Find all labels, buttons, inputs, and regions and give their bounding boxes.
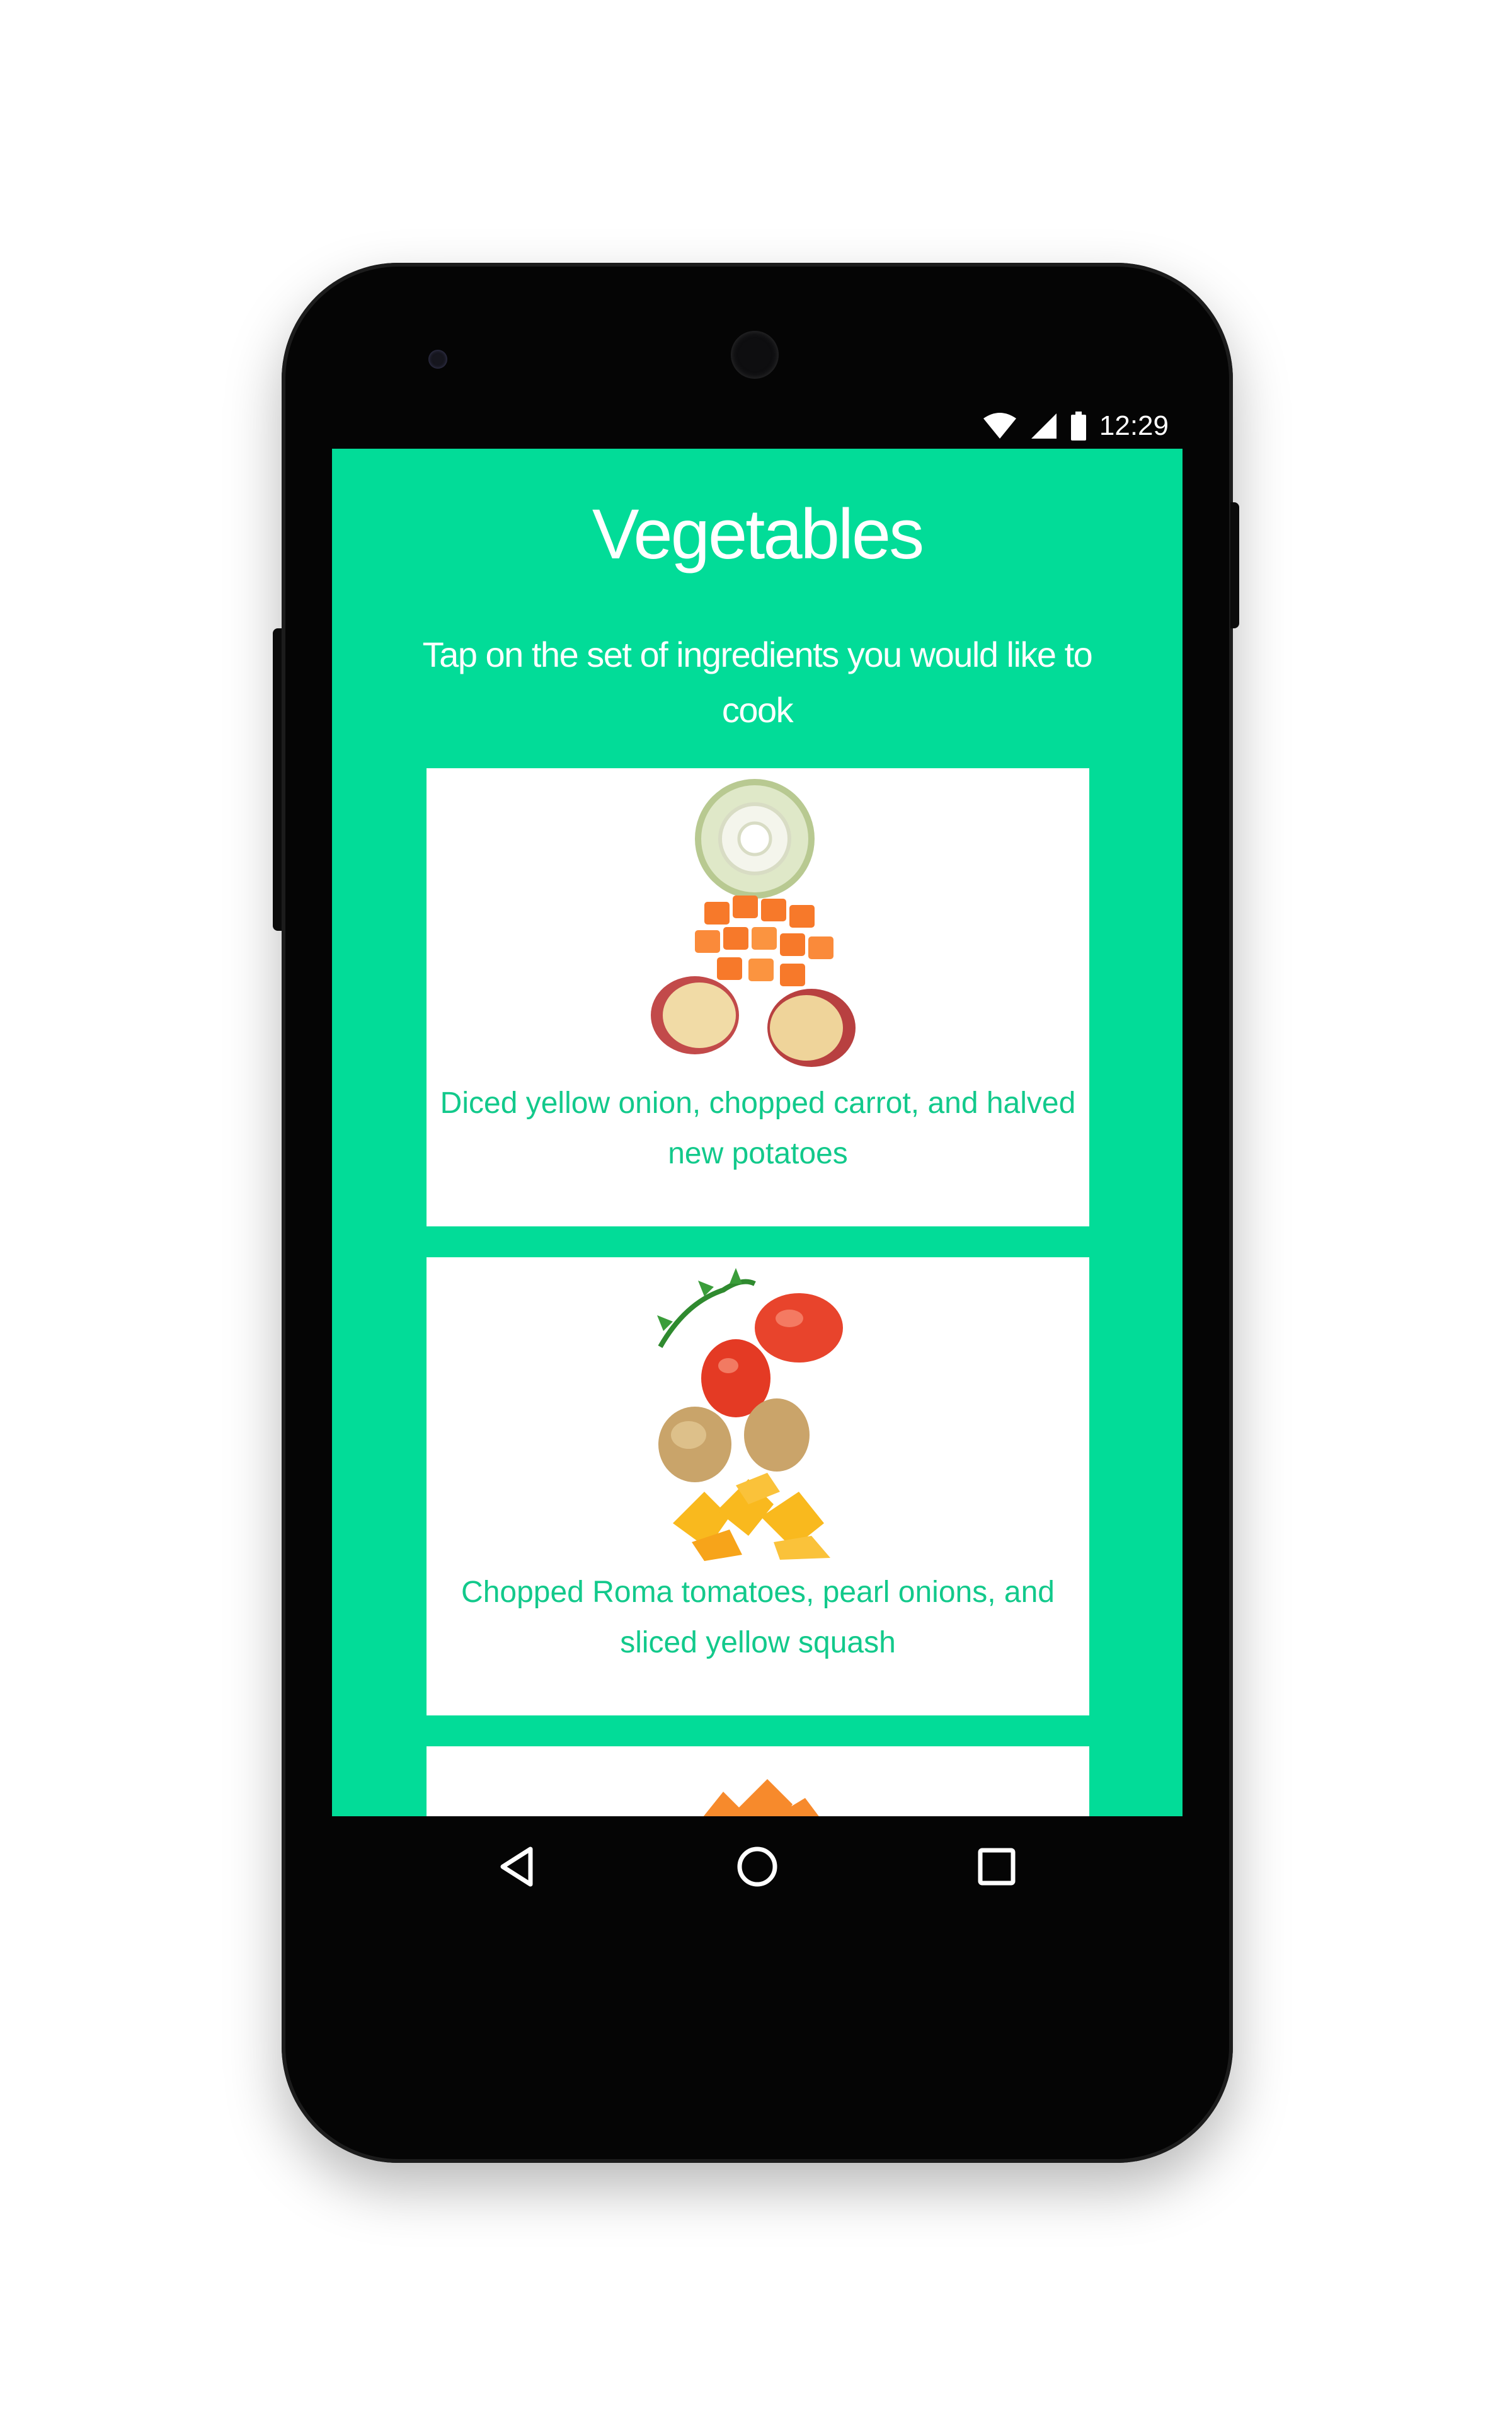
onion-carrot-potato-image (651, 779, 856, 1067)
nav-bar (332, 1816, 1183, 1917)
proximity-sensor (428, 350, 447, 369)
status-bar: 12:29 (332, 403, 1183, 449)
ingredient-card-label: Chopped Roma tomatoes, pearl onions, and… (461, 1576, 1055, 1659)
tomato-onion-squash-image (657, 1268, 843, 1561)
ingredient-card[interactable]: Chopped Roma tomatoes, pearl onions, and… (427, 1257, 1089, 1715)
back-icon[interactable] (493, 1841, 543, 1892)
front-camera (731, 331, 779, 379)
ingredient-card[interactable]: Diced yellow onion, chopped carrot, and … (427, 768, 1089, 1226)
signal-icon (1030, 412, 1058, 440)
status-time: 12:29 (1099, 410, 1169, 441)
wifi-icon (982, 412, 1017, 440)
page-subtitle: Tap on the set of ingredients you would … (422, 635, 1093, 730)
carrot-image (703, 1779, 819, 1816)
ingredient-card-label: Diced yellow onion, chopped carrot, and … (440, 1086, 1076, 1170)
app-screen: Vegetables Tap on the set of ingredients… (332, 449, 1183, 1816)
battery-icon (1070, 412, 1087, 441)
ingredient-card[interactable] (427, 1746, 1089, 1816)
home-icon[interactable] (732, 1841, 782, 1892)
recent-apps-icon[interactable] (971, 1841, 1022, 1892)
power-button (1230, 502, 1239, 628)
volume-button (273, 628, 282, 931)
page-title: Vegetables (592, 495, 924, 573)
